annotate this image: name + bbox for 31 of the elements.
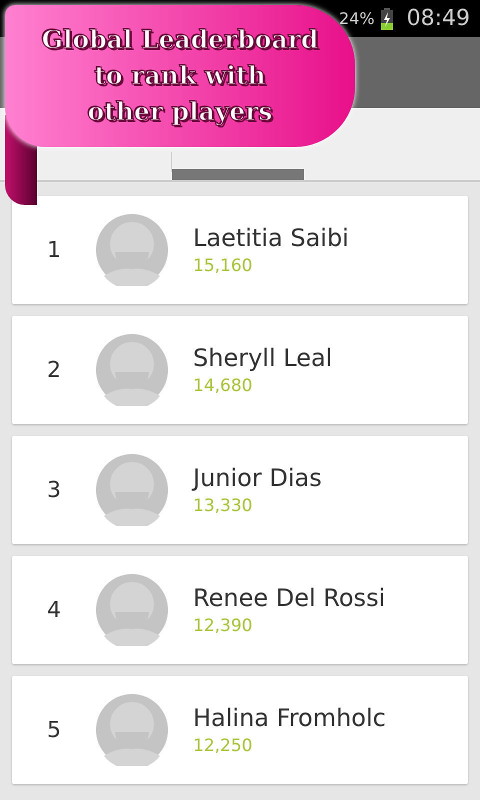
player-name: Laetitia Saibi (193, 224, 349, 252)
clock: 08:49 (406, 6, 470, 31)
player-card[interactable]: 5 Halina Fromholc 12,250 (12, 676, 468, 784)
avatar-icon (96, 214, 168, 286)
ribbon-text: other players (87, 96, 273, 128)
avatar-icon (96, 574, 168, 646)
player-score: 12,390 (193, 616, 254, 636)
avatar-icon (96, 454, 168, 526)
player-card[interactable]: 1 Laetitia Saibi 15,160 (12, 196, 468, 304)
avatar-icon (96, 334, 168, 406)
player-score: 12,250 (193, 736, 254, 756)
player-card[interactable]: 3 Junior Dias 13,330 (12, 436, 468, 544)
player-name: Halina Fromholc (193, 704, 386, 732)
player-name: Renee Del Rossi (193, 584, 386, 612)
battery-percentage: 24% (339, 9, 375, 28)
ribbon-text: Global Leaderboard (42, 24, 318, 56)
player-name: Junior Dias (193, 464, 322, 492)
rank-number: 3 (46, 478, 62, 502)
rank-number: 5 (46, 718, 62, 742)
rank-number: 4 (46, 598, 62, 622)
battery-charging-icon (380, 8, 393, 30)
player-card[interactable]: 4 Renee Del Rossi 12,390 (12, 556, 468, 664)
player-card[interactable]: 2 Sheryll Leal 14,680 (12, 316, 468, 424)
rank-number: 1 (46, 238, 62, 262)
player-score: 15,160 (193, 256, 254, 276)
avatar-icon (96, 694, 168, 766)
player-name: Sheryll Leal (193, 344, 332, 372)
player-score: 14,680 (193, 376, 254, 396)
player-score: 13,330 (193, 496, 254, 516)
rank-number: 2 (46, 358, 62, 382)
ribbon-text: to rank with (94, 60, 266, 92)
